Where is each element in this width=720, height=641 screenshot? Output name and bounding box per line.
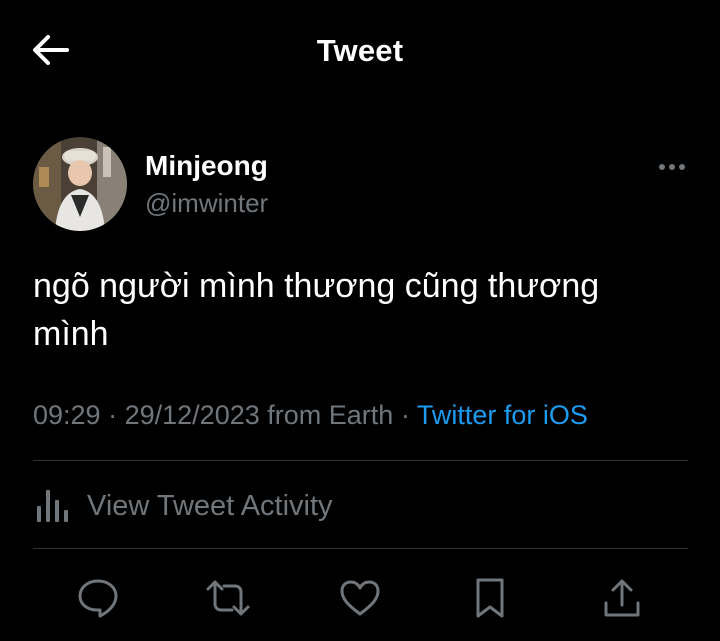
heart-icon [338,578,382,623]
reply-button[interactable] [74,576,122,624]
top-bar: Tweet [0,0,720,104]
user-handle[interactable]: @imwinter [145,188,268,219]
tweet-author: Minjeong @imwinter [33,137,688,233]
retweet-button[interactable] [204,576,252,624]
avatar[interactable] [33,137,127,231]
page-title: Tweet [316,33,404,68]
like-button[interactable] [336,576,384,624]
share-upload-icon [602,577,642,624]
bookmark-icon [472,576,508,625]
meta-separator: · [108,400,118,430]
bar-chart-icon [33,484,71,529]
tweet-source-link[interactable]: Twitter for iOS [417,400,588,430]
more-options-button[interactable] [656,155,688,179]
retweet-icon [204,578,252,623]
tweet-text: ngõ người mình thương cũng thương mình [33,267,600,353]
share-button[interactable] [598,576,646,624]
bookmark-button[interactable] [466,576,514,624]
tweet-time: 09:29 [33,400,101,430]
divider [33,548,688,549]
view-activity-button[interactable]: View Tweet Activity [33,478,333,534]
tweet-actions-bar [0,570,720,626]
display-name[interactable]: Minjeong [145,150,268,182]
tweet-meta: 09:29 · 29/12/2023 from Earth · Twitter … [33,400,588,431]
divider [33,460,688,461]
more-horizontal-icon [658,158,686,176]
tweet-date: 29/12/2023 [124,400,260,430]
meta-separator: · [400,400,410,430]
view-activity-label: View Tweet Activity [87,489,333,522]
tweet-location: from Earth [267,400,394,430]
reply-bubble-icon [76,577,120,624]
